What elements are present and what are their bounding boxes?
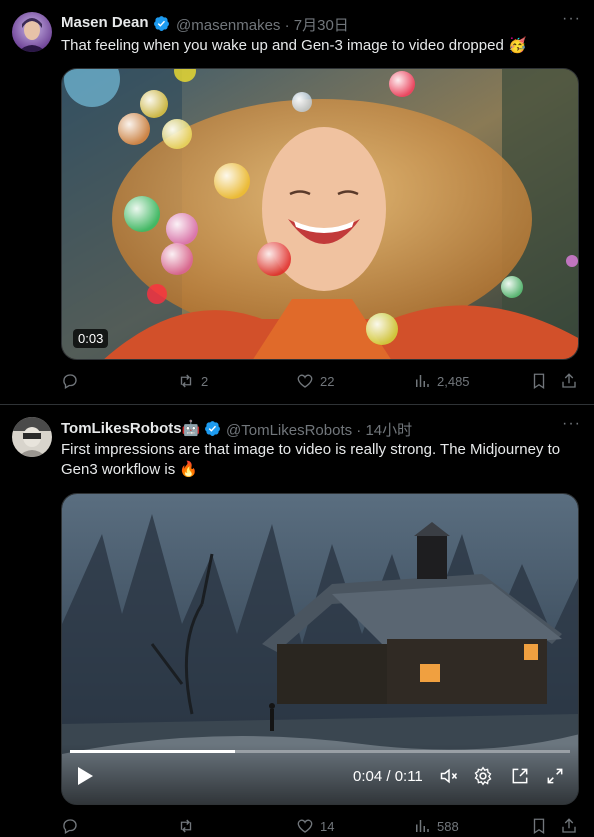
handle-text[interactable]: @masenmakes (176, 17, 280, 34)
retweet-icon (180, 374, 192, 388)
author-avatar[interactable] (12, 417, 52, 457)
author-avatar[interactable] (12, 12, 52, 52)
pip-icon[interactable] (510, 766, 530, 786)
verified-icon (205, 421, 220, 436)
author-name[interactable]: TomLikesRobots🤖 (61, 419, 200, 437)
more-icon[interactable]: ··· (562, 415, 581, 433)
retweet-button[interactable] (177, 817, 201, 835)
video-controls: 0:04 / 0:11 (62, 744, 578, 804)
progress-fill (70, 750, 235, 753)
more-icon[interactable]: ··· (562, 10, 581, 28)
share-button[interactable] (560, 372, 578, 390)
views-button[interactable]: 588 (413, 817, 459, 835)
player-time: 0:04 / 0:11 (353, 768, 423, 785)
bookmark-button[interactable] (530, 372, 548, 390)
like-count: 14 (320, 818, 335, 834)
like-icon (297, 374, 313, 388)
tweet-1[interactable]: Masen Dean @masenmakes · 7月30日 ··· That … (0, 0, 594, 404)
fullscreen-icon[interactable] (545, 766, 565, 786)
settings-icon[interactable] (473, 766, 493, 786)
retweet-button[interactable]: 2 (177, 372, 208, 390)
views-icon (416, 375, 429, 387)
tweet-text: That feeling when you wake up and Gen-3 … (61, 37, 527, 54)
tweet-2[interactable]: TomLikesRobots🤖 @TomLikesRobots · 14小时 ·… (0, 405, 594, 837)
reply-icon (63, 819, 77, 834)
author-handle[interactable]: @masenmakes · 7月30日 (176, 14, 349, 35)
tweet-date[interactable]: 7月30日 (294, 17, 349, 34)
views-count: 2,485 (437, 373, 470, 389)
tweet-date[interactable]: 14小时 (365, 422, 412, 439)
views-icon (416, 820, 429, 832)
handle-text[interactable]: @TomLikesRobots (226, 422, 352, 439)
bookmark-icon (533, 373, 545, 390)
bookmark-button[interactable] (530, 817, 548, 835)
video-thumbnail[interactable]: 0:03 (61, 68, 579, 360)
share-icon (562, 818, 576, 833)
retweet-count: 2 (201, 373, 209, 389)
reply-button[interactable] (61, 817, 85, 835)
author-handle[interactable]: @TomLikesRobots · 14小时 (226, 419, 412, 440)
separator: · (356, 422, 362, 439)
video-duration: 0:03 (73, 329, 109, 348)
action-bar: 2 22 2,485 (61, 372, 581, 392)
share-button[interactable] (560, 817, 578, 835)
separator: · (284, 17, 290, 34)
mute-icon[interactable] (438, 766, 460, 786)
like-button[interactable]: 22 (296, 372, 334, 390)
tweet-text-line: First impressions are that image to vide… (61, 441, 561, 458)
play-icon[interactable] (76, 766, 94, 786)
like-button[interactable]: 14 (296, 817, 334, 835)
retweet-icon (180, 819, 192, 833)
bookmark-icon (533, 818, 545, 835)
video-player[interactable]: 0:04 / 0:11 (61, 493, 579, 805)
author-name[interactable]: Masen Dean (61, 14, 149, 31)
verified-icon (154, 16, 169, 31)
reply-button[interactable] (61, 372, 85, 390)
like-icon (297, 819, 313, 833)
views-button[interactable]: 2,485 (413, 372, 470, 390)
share-icon (562, 373, 576, 388)
views-count: 588 (437, 818, 459, 834)
video-frame (62, 69, 578, 359)
tweet-text-line: Gen3 workflow is 🔥 (61, 461, 199, 478)
tweet-text: First impressions are that image to vide… (61, 440, 581, 480)
progress-track[interactable] (70, 750, 570, 753)
action-bar: 14 588 (61, 817, 581, 837)
reply-icon (63, 374, 77, 389)
like-count: 22 (320, 373, 335, 389)
